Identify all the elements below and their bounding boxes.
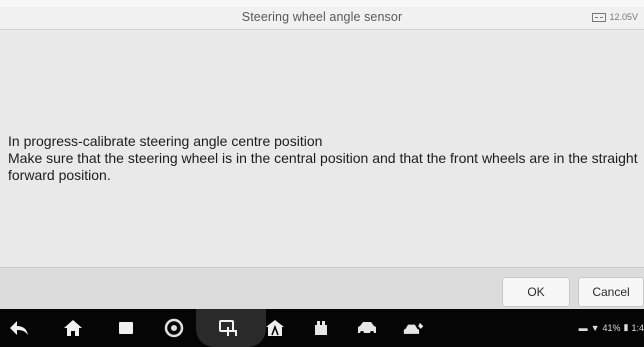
battery-icon: ▮ (623, 322, 629, 332)
diagnostics-icon[interactable] (403, 318, 425, 338)
battery-percent: 41% (602, 322, 621, 333)
button-bar: OK Cancel (0, 267, 644, 309)
message-icon: ▬ (578, 322, 588, 333)
service-icon[interactable] (311, 318, 333, 338)
app-frame: Steering wheel angle sensor 12.05V In pr… (0, 0, 644, 347)
message-text: In progress-calibrate steering angle cen… (8, 133, 638, 184)
android-nav-bar: ▬ ▼ 41% ▮ 1:4 (0, 309, 644, 347)
top-edge (0, 0, 644, 7)
wifi-icon: ▼ (590, 322, 600, 333)
title-bar: Steering wheel angle sensor 12.05V (0, 7, 644, 30)
message-panel: In progress-calibrate steering angle cen… (0, 31, 644, 267)
voltage-value: 12.05V (609, 12, 638, 22)
car-icon[interactable] (356, 318, 378, 338)
home-icon[interactable] (62, 318, 84, 338)
message-line-2: Make sure that the steering wheel is in … (8, 150, 638, 183)
car-battery-icon (592, 12, 607, 22)
system-status-area: ▬ ▼ 41% ▮ 1:4 (579, 322, 644, 333)
clock-time: 1:4 (631, 322, 644, 333)
message-line-1: In progress-calibrate steering angle cen… (8, 133, 323, 149)
autel-home-icon[interactable] (264, 318, 286, 338)
page-title: Steering wheel angle sensor (241, 10, 403, 24)
recent-apps-icon[interactable] (115, 318, 137, 338)
cancel-button[interactable]: Cancel (578, 277, 644, 307)
vci-connect-icon[interactable] (218, 318, 240, 338)
browser-icon[interactable] (163, 318, 185, 338)
back-icon[interactable] (8, 318, 30, 338)
vehicle-voltage-indicator: 12.05V (592, 12, 638, 22)
ok-button[interactable]: OK (502, 277, 570, 307)
